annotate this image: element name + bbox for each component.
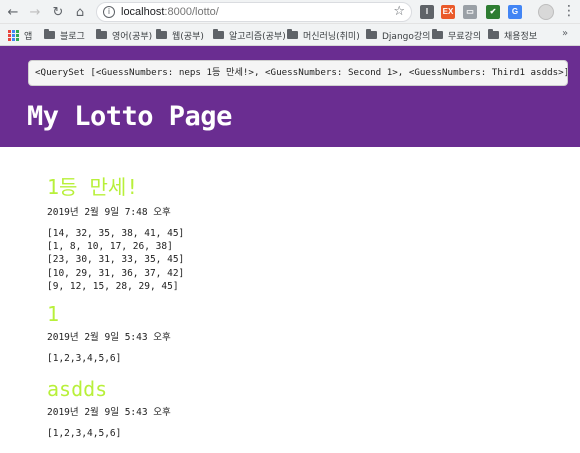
bookmark-star-icon[interactable]: ☆ <box>393 4 405 19</box>
post-date: 2019년 2월 9일 5:43 오후 <box>47 407 171 419</box>
forward-arrow-icon[interactable]: → <box>26 3 44 21</box>
bookmark-label: Django강의 <box>382 31 431 42</box>
folder-icon <box>96 29 107 39</box>
lotto-number-row: [14, 32, 35, 38, 41, 45] <box>47 228 185 239</box>
bookmarks-overflow-icon[interactable]: » <box>562 28 568 39</box>
url-path: :8000/lotto/ <box>164 6 219 18</box>
lotto-numbers: [1,2,3,4,5,6] <box>47 352 567 365</box>
url-text[interactable]: localhost:8000/lotto/ <box>121 5 219 20</box>
page-title: My Lotto Page <box>27 101 232 132</box>
lotto-number-row: [23, 30, 31, 33, 35, 45] <box>47 254 185 266</box>
bookmark-label: 블로그 <box>60 31 85 42</box>
bookmarks-bar: 앱 블로그 영어(공부) 웹(공부) 알고리즘(공부) 머신러닝(취미) Django강의… <box>0 24 580 46</box>
folder-icon <box>287 29 298 39</box>
site-info-icon[interactable]: i <box>103 6 115 18</box>
bookmark-label: 무료강의 <box>448 31 482 42</box>
post-item: 1 2019년 2월 9일 5:43 오후 [1,2,3,4,5,6] <box>47 301 567 365</box>
post-item: 1등 만세! 2019년 2월 9일 7:48 오후 [14, 32, 35, 38… <box>47 174 567 293</box>
folder-icon <box>44 29 55 39</box>
posts-list: 1등 만세! 2019년 2월 9일 7:48 오후 [14, 32, 35, 38… <box>47 147 567 440</box>
ext-translate-icon[interactable]: G <box>508 5 522 19</box>
bookmark-label: 머신러닝(취미) <box>303 31 360 42</box>
bookmark-label: 알고리즘(공부) <box>229 31 286 42</box>
lotto-number-row: [9, 12, 15, 28, 29, 45] <box>47 280 179 292</box>
lotto-number-row: [1,2,3,4,5,6] <box>47 428 122 440</box>
post-title: asdds <box>47 377 108 402</box>
bookmark-label: 채용정보 <box>504 31 538 42</box>
bookmark-item[interactable]: 영어(공부) <box>96 28 152 42</box>
post-title: 1등 만세! <box>47 175 139 199</box>
bookmark-item[interactable]: 채용정보 <box>488 28 537 42</box>
queryset-output: <QuerySet [<GuessNumbers: neps 1등 만세!>, … <box>28 60 568 86</box>
bookmark-label: 영어(공부) <box>112 31 153 42</box>
ext-1-icon[interactable]: I <box>420 5 434 19</box>
post-date: 2019년 2월 9일 5:43 오후 <box>47 332 171 344</box>
address-bar[interactable]: i localhost:8000/lotto/ ☆ <box>96 2 412 22</box>
bookmark-item[interactable]: 무료강의 <box>432 28 481 42</box>
ext-4-icon[interactable]: ✔ <box>486 5 500 19</box>
page-header: <QuerySet [<GuessNumbers: neps 1등 만세!>, … <box>0 46 580 147</box>
bookmark-item[interactable]: 알고리즘(공부) <box>213 28 286 42</box>
apps-grid-icon <box>8 29 19 41</box>
browser-menu-icon[interactable]: ⋮ <box>562 3 576 21</box>
lotto-number-row: [1,2,3,4,5,6] <box>47 353 122 365</box>
ext-3-icon[interactable]: ▭ <box>463 5 477 19</box>
browser-toolbar: ← → ↻ ⌂ i localhost:8000/lotto/ ☆ I EX ▭ ✔ G… <box>0 0 580 24</box>
apps-shortcut[interactable]: 앱 <box>8 28 32 42</box>
lotto-numbers: [14, 32, 35, 38, 41, 45] [1, 8, 10, 17, 2… <box>47 227 567 293</box>
back-arrow-icon[interactable]: ← <box>4 3 22 21</box>
folder-icon <box>432 29 443 39</box>
folder-icon <box>213 29 224 39</box>
post-date: 2019년 2월 9일 7:48 오후 <box>47 207 171 218</box>
folder-icon <box>488 29 499 39</box>
lotto-number-row: [1, 8, 10, 17, 26, 38] <box>47 241 173 253</box>
folder-icon <box>156 29 167 39</box>
ext-ex-icon[interactable]: EX <box>441 5 455 19</box>
folder-icon <box>366 29 377 39</box>
url-host: localhost <box>121 6 165 18</box>
bookmark-label: 웹(공부) <box>172 31 204 42</box>
lotto-number-row: [10, 29, 31, 36, 37, 42] <box>47 267 185 279</box>
home-icon[interactable]: ⌂ <box>71 3 89 21</box>
post-item: asdds 2019년 2월 9일 5:43 오후 [1,2,3,4,5,6] <box>47 376 567 440</box>
apps-label: 앱 <box>24 31 33 42</box>
bookmark-item[interactable]: 머신러닝(취미) <box>287 28 360 42</box>
bookmark-item[interactable]: 블로그 <box>44 28 85 42</box>
lotto-numbers: [1,2,3,4,5,6] <box>47 427 567 440</box>
bookmark-item[interactable]: 웹(공부) <box>156 28 204 42</box>
profile-avatar[interactable] <box>538 4 554 20</box>
reload-icon[interactable]: ↻ <box>49 3 67 21</box>
post-title: 1 <box>47 302 60 327</box>
bookmark-item[interactable]: Django강의 <box>366 28 430 42</box>
